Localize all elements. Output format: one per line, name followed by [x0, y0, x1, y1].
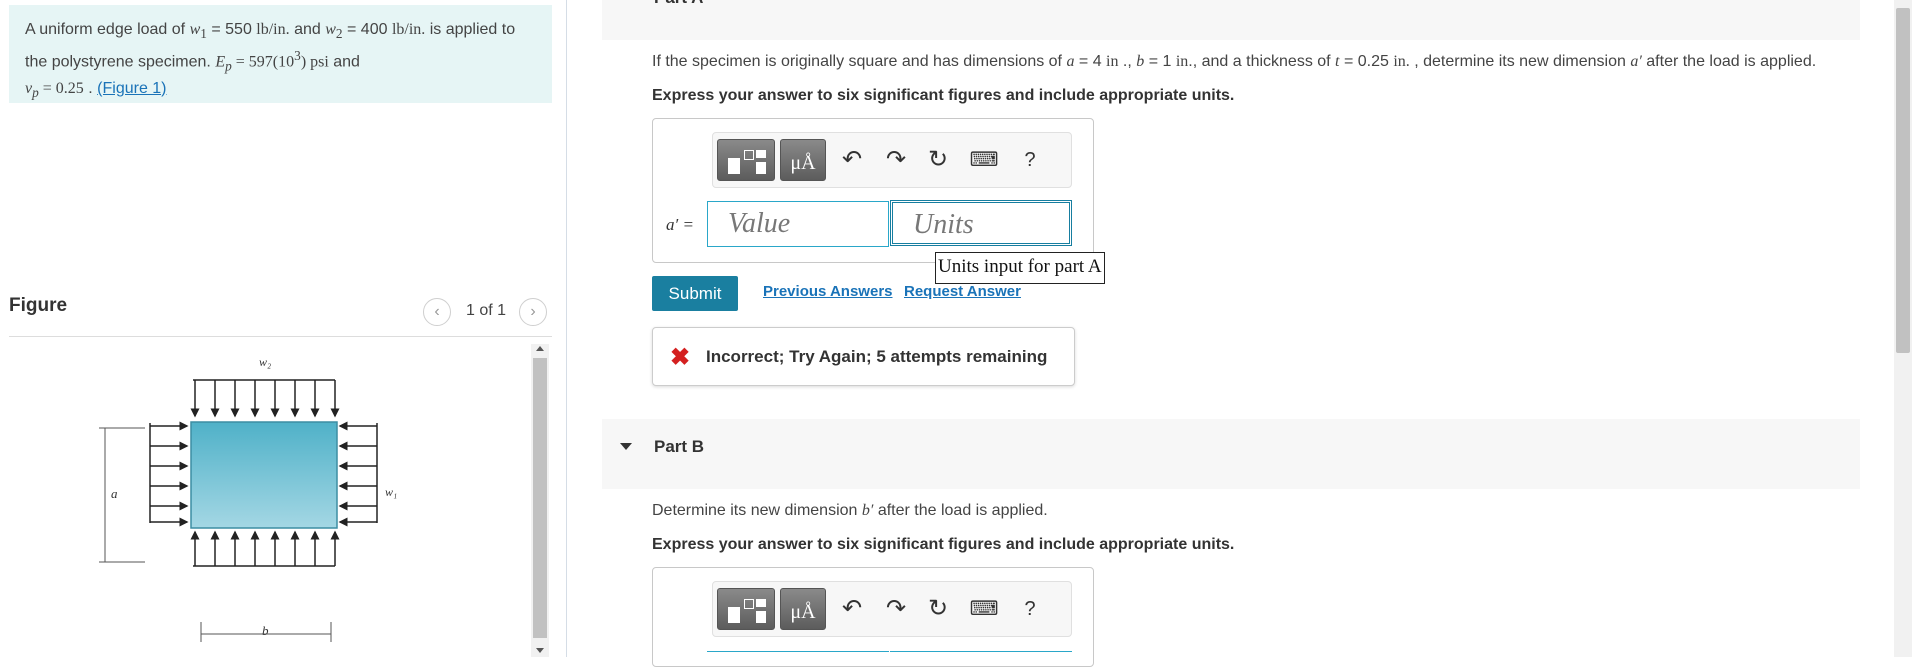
part-b-question: Determine its new dimension b′ after the…: [652, 502, 1048, 519]
chevron-left-icon[interactable]: ‹: [423, 298, 451, 326]
keyboard-icon[interactable]: ⌨: [969, 594, 999, 624]
column-divider: [566, 0, 567, 657]
part-a-label: Part A: [654, 0, 703, 8]
figure-pager-text: 1 of 1: [466, 302, 507, 319]
chevron-right-icon[interactable]: ›: [519, 298, 547, 326]
part-b-header[interactable]: Part B: [602, 419, 1860, 489]
part-a-value-input[interactable]: Value: [707, 201, 889, 247]
undo-icon[interactable]: ↶: [837, 594, 867, 624]
divider: [9, 336, 552, 337]
caret-down-icon: [620, 443, 632, 450]
help-button[interactable]: ?: [1015, 145, 1045, 175]
part-a-toolbar: μÅ ↶ ↷ ↻ ⌨ ?: [712, 132, 1072, 188]
templates-icon[interactable]: [717, 139, 775, 181]
redo-icon[interactable]: ↷: [881, 594, 911, 624]
reset-icon[interactable]: ↻: [923, 145, 953, 175]
part-b-instruction: Express your answer to six significant f…: [652, 536, 1235, 553]
part-a-units-input[interactable]: Units: [890, 200, 1072, 246]
previous-answers-link[interactable]: Previous Answers: [763, 283, 893, 300]
keyboard-icon[interactable]: ⌨: [969, 145, 999, 175]
label-a: a: [111, 486, 118, 501]
units-button[interactable]: μÅ: [780, 588, 826, 630]
templates-icon[interactable]: [717, 588, 775, 630]
page-scrollbar-thumb[interactable]: [1896, 8, 1910, 353]
part-b-label: Part B: [654, 437, 705, 456]
units-tooltip: Units input for part A: [935, 252, 1105, 284]
redo-icon[interactable]: ↷: [881, 145, 911, 175]
undo-icon[interactable]: ↶: [837, 145, 867, 175]
label-w2: w₂: [259, 355, 271, 369]
part-a-variable-label: a′ =: [666, 215, 694, 234]
feedback-message: ✖ Incorrect; Try Again; 5 attempts remai…: [652, 327, 1075, 386]
part-b-toolbar: μÅ ↶ ↷ ↻ ⌨ ?: [712, 581, 1072, 637]
close-icon: ✖: [670, 344, 691, 371]
figure-link[interactable]: (Figure 1): [97, 80, 166, 97]
problem-statement: A uniform edge load of w1 = 550 lb/in. a…: [9, 5, 552, 103]
label-w1: w₁: [385, 485, 397, 499]
scroll-up-icon[interactable]: [536, 346, 544, 351]
part-a-instruction: Express your answer to six significant f…: [652, 87, 1235, 104]
part-a-question: If the specimen is originally square and…: [652, 53, 1817, 70]
part-a-header[interactable]: Part A: [602, 0, 1860, 40]
figure-scrollbar-thumb[interactable]: [533, 358, 547, 638]
reset-icon[interactable]: ↻: [923, 594, 953, 624]
label-b: b: [262, 623, 269, 638]
figure-title: Figure: [9, 295, 68, 316]
request-answer-link[interactable]: Request Answer: [904, 283, 1021, 300]
submit-button[interactable]: Submit: [652, 276, 738, 311]
scroll-down-icon[interactable]: [536, 648, 544, 653]
units-button[interactable]: μÅ: [780, 139, 826, 181]
figure-image: w₂ w₁ a b: [99, 355, 397, 642]
help-button[interactable]: ?: [1015, 594, 1045, 624]
